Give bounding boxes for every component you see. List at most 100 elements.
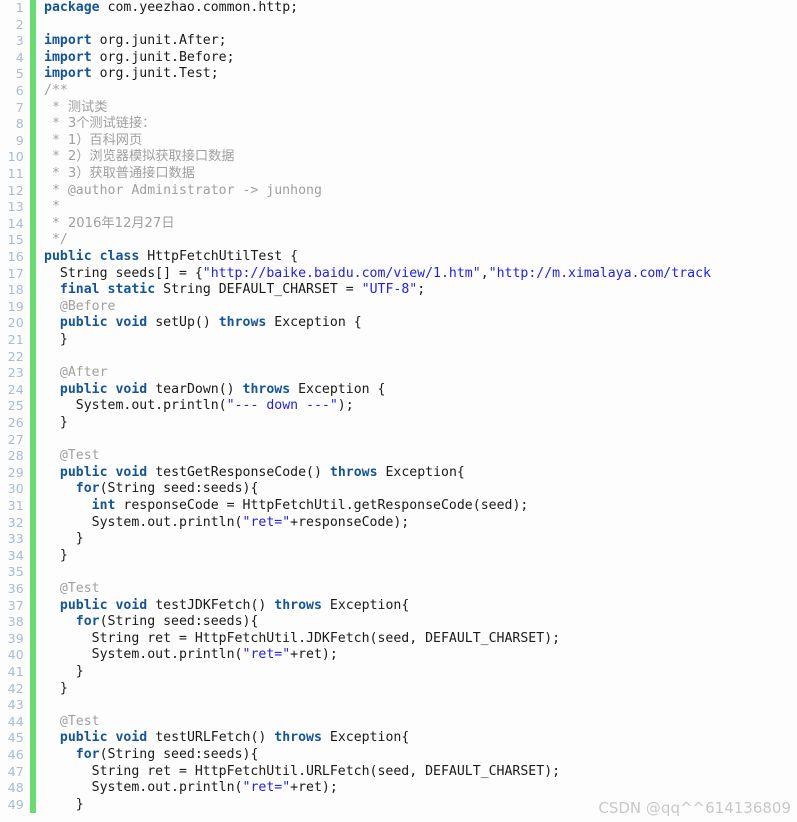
code-line[interactable]: 5 import org.junit.Test; xyxy=(0,66,797,83)
code-line[interactable]: 15 */ xyxy=(0,232,797,249)
token-kw: class xyxy=(99,249,140,264)
code-line[interactable]: 22 xyxy=(0,348,797,366)
line-content[interactable]: /** xyxy=(44,83,68,100)
line-content[interactable]: public void tearDown() throws Exception … xyxy=(44,382,386,399)
code-line[interactable]: 18 final static String DEFAULT_CHARSET =… xyxy=(0,282,797,299)
line-content[interactable]: System.out.println("ret="+responseCode); xyxy=(44,515,410,532)
code-line[interactable]: 1 package com.yeezhao.common.http; xyxy=(0,0,797,17)
line-content[interactable]: String ret = HttpFetchUtil.URLFetch(seed… xyxy=(44,764,560,781)
code-line[interactable]: 41 } xyxy=(0,664,797,681)
code-line[interactable]: 16 public class HttpFetchUtilTest { xyxy=(0,249,797,266)
code-line[interactable]: 11 * 3）获取普通接口数据 xyxy=(0,166,797,183)
code-editor[interactable]: 1 package com.yeezhao.common.http; 2 3 impor… xyxy=(0,0,797,822)
code-line[interactable]: 17 String seeds[] = {"http://baike.baidu… xyxy=(0,265,797,283)
line-content[interactable]: } xyxy=(44,664,84,681)
line-content[interactable]: * @author Administrator -> junhong xyxy=(44,183,322,200)
line-content[interactable]: System.out.println("ret="+ret); xyxy=(44,780,338,797)
line-content[interactable]: for(String seed:seeds){ xyxy=(44,747,259,764)
line-content[interactable]: * 3）获取普通接口数据 xyxy=(44,166,195,183)
line-content[interactable]: System.out.println("--- down ---"); xyxy=(44,398,354,415)
line-content[interactable]: * 测试类 xyxy=(44,100,107,117)
code-line[interactable]: 30 for(String seed:seeds){ xyxy=(0,481,797,498)
code-line[interactable]: 19 @Before xyxy=(0,298,797,316)
line-content[interactable]: } xyxy=(44,332,68,349)
line-content[interactable]: * 3个测试链接： xyxy=(44,116,155,133)
line-content[interactable]: @Test xyxy=(44,448,100,465)
code-line[interactable]: 14 * 2016年12月27日 xyxy=(0,215,797,233)
line-number: 22 xyxy=(7,348,24,364)
token-plain: Exception { xyxy=(266,315,362,331)
line-content[interactable]: import org.junit.After; xyxy=(44,33,227,50)
code-line[interactable]: 34 } xyxy=(0,547,797,565)
code-line[interactable]: 8 * 3个测试链接： xyxy=(0,116,797,133)
code-line[interactable]: 6 /** xyxy=(0,83,797,100)
line-number: 16 xyxy=(7,249,24,264)
line-content[interactable]: String ret = HttpFetchUtil.JDKFetch(seed… xyxy=(44,631,560,648)
code-line[interactable]: 43 xyxy=(0,697,797,714)
code-line[interactable]: 24 public void tearDown() throws Excepti… xyxy=(0,381,797,399)
line-content[interactable]: } xyxy=(44,531,84,548)
line-content[interactable]: * 2016年12月27日 xyxy=(44,216,175,233)
line-content[interactable]: } xyxy=(44,548,68,565)
line-content[interactable]: String seeds[] = {"http://baike.baidu.co… xyxy=(44,266,711,283)
line-content[interactable]: System.out.println("ret="+ret); xyxy=(44,647,338,664)
code-line[interactable]: 39 String ret = HttpFetchUtil.JDKFetch(s… xyxy=(0,630,797,648)
code-line[interactable]: 13 * xyxy=(0,199,797,216)
code-line[interactable]: 31 int responseCode = HttpFetchUtil.getR… xyxy=(0,498,797,515)
line-content[interactable]: public void testGetResponseCode() throws… xyxy=(44,465,465,482)
code-line[interactable]: 26 } xyxy=(0,415,797,432)
code-line[interactable]: 27 xyxy=(0,431,797,449)
line-content[interactable]: public void setUp() throws Exception { xyxy=(44,315,362,332)
code-line[interactable]: 36 @Test xyxy=(0,581,797,598)
line-content[interactable]: * 1）百科网页 xyxy=(44,133,142,150)
code-line[interactable]: 45 public void testURLFetch() throws Exc… xyxy=(0,730,797,747)
line-content[interactable]: } xyxy=(44,415,68,432)
code-line[interactable]: 40 System.out.println("ret="+ret); xyxy=(0,647,797,664)
line-content[interactable]: import org.junit.Test; xyxy=(44,66,219,83)
code-line[interactable]: 46 for(String seed:seeds){ xyxy=(0,747,797,764)
code-line[interactable]: 7 * 测试类 xyxy=(0,99,797,117)
line-content[interactable]: * 2）浏览器模拟获取接口数据 xyxy=(44,149,235,166)
code-line[interactable]: 25 System.out.println("--- down ---"); xyxy=(0,398,797,415)
code-line[interactable]: 20 public void setUp() throws Exception … xyxy=(0,315,797,332)
token-plain: +ret); xyxy=(290,647,338,663)
line-content[interactable]: @After xyxy=(44,365,108,382)
code-line[interactable]: 21 } xyxy=(0,332,797,349)
line-content[interactable]: * xyxy=(44,199,60,216)
code-line[interactable]: 49 } xyxy=(0,796,797,814)
line-content[interactable]: public class HttpFetchUtilTest { xyxy=(44,249,298,266)
code-line[interactable]: 10 * 2）浏览器模拟获取接口数据 xyxy=(0,149,797,166)
line-content[interactable]: @Test xyxy=(44,714,100,731)
code-line[interactable]: 44 @Test xyxy=(0,713,797,731)
code-line[interactable]: 28 @Test xyxy=(0,448,797,465)
code-line[interactable]: 23 @After xyxy=(0,365,797,382)
gutter-change-marker xyxy=(30,498,36,515)
line-content[interactable]: public void testJDKFetch() throws Except… xyxy=(44,598,409,615)
line-content[interactable]: @Before xyxy=(44,299,116,316)
line-content[interactable]: import org.junit.Before; xyxy=(44,50,235,67)
code-line[interactable]: 37 public void testJDKFetch() throws Exc… xyxy=(0,597,797,615)
code-line[interactable]: 9 * 1）百科网页 xyxy=(0,132,797,150)
code-line[interactable]: 12 * @author Administrator -> junhong xyxy=(0,182,797,200)
code-line[interactable]: 33 } xyxy=(0,531,797,548)
line-content[interactable]: } xyxy=(44,681,68,698)
code-line[interactable]: 29 public void testGetResponseCode() thr… xyxy=(0,464,797,482)
code-line[interactable]: 3 import org.junit.After; xyxy=(0,33,797,50)
code-line[interactable]: 47 String ret = HttpFetchUtil.URLFetch(s… xyxy=(0,763,797,781)
line-content[interactable]: } xyxy=(44,797,84,814)
code-line[interactable]: 4 import org.junit.Before; xyxy=(0,49,797,67)
code-line[interactable]: 32 System.out.println("ret="+responseCod… xyxy=(0,514,797,532)
line-content[interactable]: for(String seed:seeds){ xyxy=(44,614,259,631)
code-line[interactable]: 48 System.out.println("ret="+ret); xyxy=(0,780,797,797)
code-line[interactable]: 35 xyxy=(0,564,797,581)
code-line[interactable]: 42 } xyxy=(0,680,797,698)
line-content[interactable]: @Test xyxy=(44,581,100,598)
line-content[interactable]: package com.yeezhao.common.http; xyxy=(44,0,298,17)
code-line[interactable]: 38 for(String seed:seeds){ xyxy=(0,614,797,631)
line-content[interactable]: */ xyxy=(44,232,68,249)
line-content[interactable]: public void testURLFetch() throws Except… xyxy=(44,730,409,747)
line-content[interactable]: final static String DEFAULT_CHARSET = "U… xyxy=(44,282,425,299)
code-line[interactable]: 2 xyxy=(0,16,797,34)
line-content[interactable]: for(String seed:seeds){ xyxy=(44,481,259,498)
line-content[interactable]: int responseCode = HttpFetchUtil.getResp… xyxy=(44,498,529,515)
